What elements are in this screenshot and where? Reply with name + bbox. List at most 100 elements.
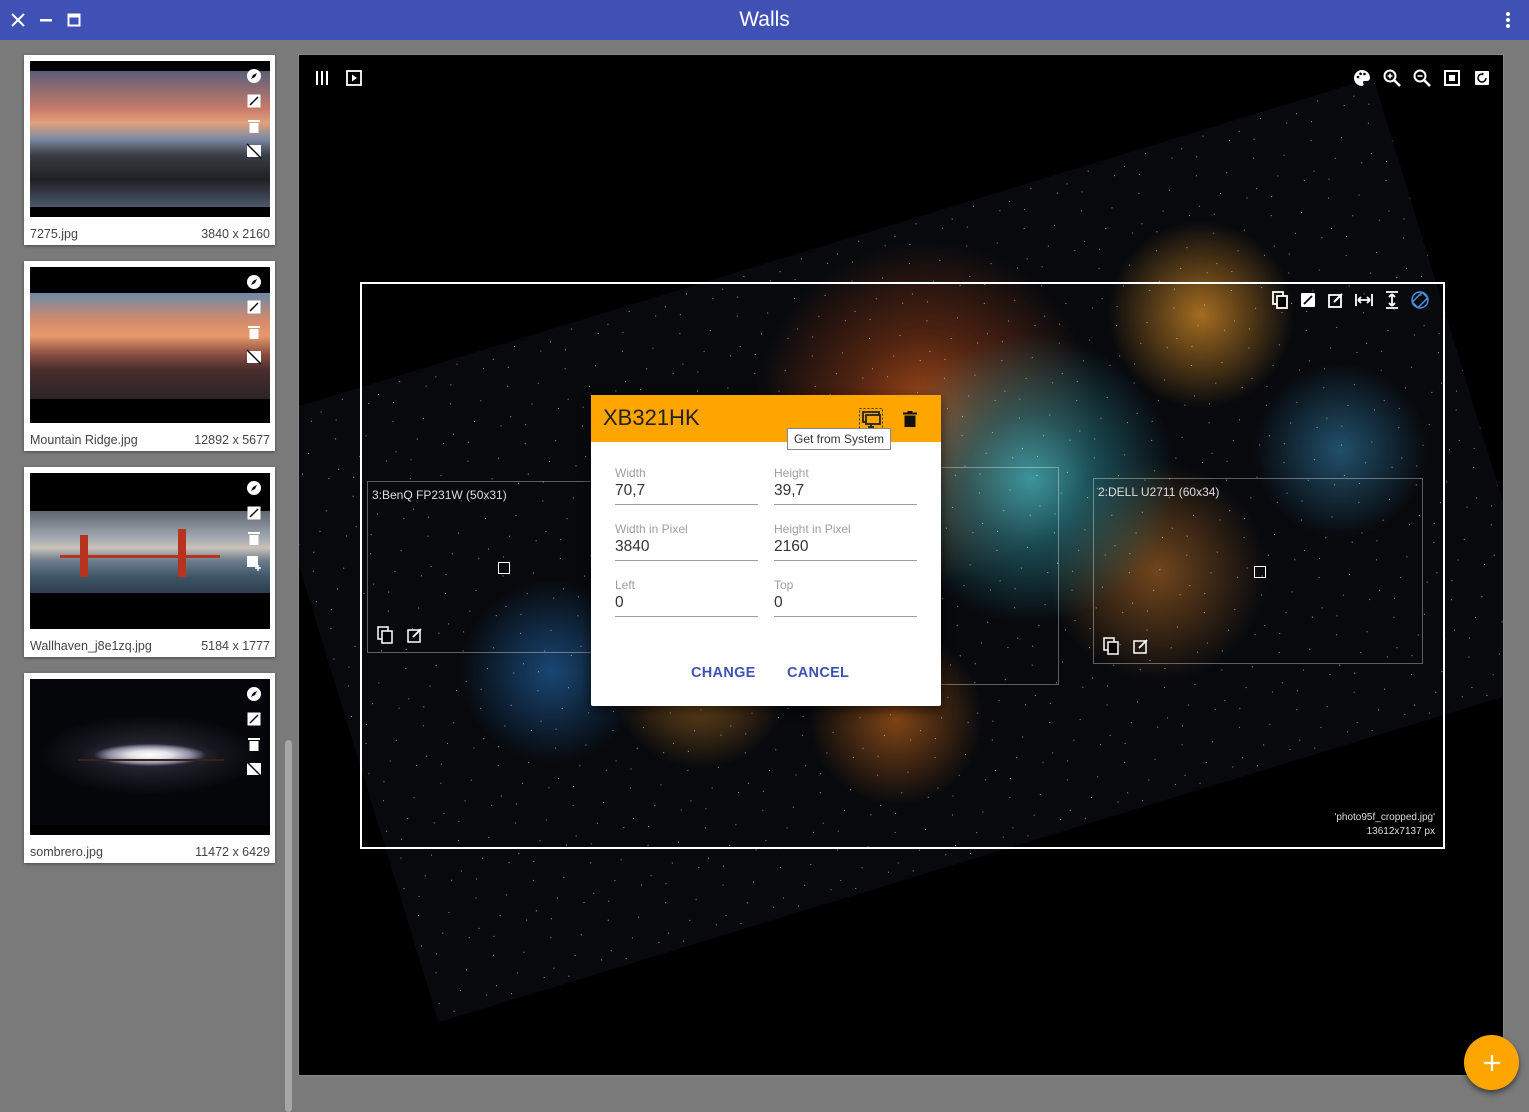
card-tools xyxy=(245,685,263,785)
height-pixel-input[interactable]: 2160 xyxy=(774,538,917,560)
cancel-button[interactable]: CANCEL xyxy=(787,665,849,681)
sidebar-scrollbar[interactable] xyxy=(285,740,292,1112)
height-label: Height xyxy=(774,466,809,480)
top-input[interactable]: 0 xyxy=(774,594,917,616)
edit-image-icon[interactable] xyxy=(245,710,263,728)
height-pixel-label: Height in Pixel xyxy=(774,522,851,536)
height-field[interactable]: Height 39,7 xyxy=(774,466,917,505)
edit-icon[interactable] xyxy=(1325,289,1347,311)
image-filename: 'photo95f_cropped.jpg' xyxy=(1334,812,1435,823)
delete-icon[interactable] xyxy=(245,735,263,753)
wallpaper-thumbnail[interactable] xyxy=(30,61,270,217)
hide-image-icon[interactable] xyxy=(245,760,263,778)
dialog-title: XB321HK xyxy=(603,405,700,430)
wallpaper-name: Mountain Ridge.jpg xyxy=(30,433,138,447)
reset-icon[interactable] xyxy=(1471,67,1493,89)
zoom-in-icon[interactable] xyxy=(1381,67,1403,89)
title-bar: Walls xyxy=(0,0,1529,40)
fit-screen-icon[interactable] xyxy=(1441,67,1463,89)
edit-icon[interactable] xyxy=(1130,635,1152,657)
monitor-tools xyxy=(374,624,426,646)
wallpaper-size: 11472 x 6429 xyxy=(195,845,270,859)
wallpaper-card[interactable]: sombrero.jpg 11472 x 6429 xyxy=(24,673,275,863)
wallpaper-size: 12892 x 5677 xyxy=(194,433,270,447)
top-label: Top xyxy=(774,578,794,592)
compass-icon[interactable] xyxy=(245,479,263,497)
copy-icon[interactable] xyxy=(1100,635,1122,657)
width-pixel-label: Width in Pixel xyxy=(615,522,688,536)
fit-height-icon[interactable] xyxy=(1381,289,1403,311)
top-field[interactable]: Top 0 xyxy=(774,578,917,617)
width-label: Width xyxy=(615,466,646,480)
width-field[interactable]: Width 70,7 xyxy=(615,466,758,505)
card-tools xyxy=(245,273,263,373)
delete-icon[interactable] xyxy=(245,323,263,341)
plus-icon xyxy=(1483,1054,1500,1071)
fit-width-icon[interactable] xyxy=(1353,289,1375,311)
monitor-center-handle[interactable] xyxy=(1254,566,1266,578)
palette-icon[interactable] xyxy=(1351,67,1373,89)
delete-icon[interactable] xyxy=(245,529,263,547)
wallpaper-name: Wallhaven_j8e1zq.jpg xyxy=(30,639,152,653)
wallpaper-card[interactable]: 7275.jpg 3840 x 2160 xyxy=(24,55,275,245)
hide-image-icon[interactable] xyxy=(245,142,263,160)
rotate-icon[interactable] xyxy=(1409,289,1431,311)
wallpaper-caption: 7275.jpg 3840 x 2160 xyxy=(30,227,270,241)
wallpaper-card[interactable]: Wallhaven_j8e1zq.jpg 5184 x 1777 xyxy=(24,467,275,657)
slideshow-icon[interactable] xyxy=(343,67,365,89)
change-button[interactable]: CHANGE xyxy=(691,665,756,681)
left-field[interactable]: Left 0 xyxy=(615,578,758,617)
card-tools xyxy=(245,479,263,579)
wallpaper-list[interactable]: 7275.jpg 3840 x 2160 Mountain Ridge.jpg … xyxy=(0,40,298,1112)
wallpaper-name: 7275.jpg xyxy=(30,227,78,241)
image-resolution: 13612x7137 px xyxy=(1366,826,1435,837)
wallpaper-card[interactable]: Mountain Ridge.jpg 12892 x 5677 xyxy=(24,261,275,451)
monitor-label: 3:BenQ FP231W (50x31) xyxy=(372,488,507,502)
tooltip: Get from System xyxy=(787,428,892,450)
wallpaper-name: sombrero.jpg xyxy=(30,845,103,859)
edit-icon[interactable] xyxy=(404,624,426,646)
wallpaper-size: 5184 x 1777 xyxy=(201,639,270,653)
monitor-region[interactable]: 2:DELL U2711 (60x34) xyxy=(1093,478,1423,664)
width-pixel-input[interactable]: 3840 xyxy=(615,538,758,560)
monitor-region[interactable]: 3:BenQ FP231W (50x31) xyxy=(367,481,607,653)
editor-toolbar-left xyxy=(311,67,365,89)
edit-image-icon[interactable] xyxy=(245,92,263,110)
wallpaper-size: 3840 x 2160 xyxy=(201,227,270,241)
add-wallpaper-button[interactable] xyxy=(1464,1035,1519,1090)
hide-image-icon[interactable] xyxy=(245,348,263,366)
add-image-icon[interactable] xyxy=(245,554,263,572)
width-pixel-field[interactable]: Width in Pixel 3840 xyxy=(615,522,758,561)
copy-icon[interactable] xyxy=(374,624,396,646)
height-pixel-field[interactable]: Height in Pixel 2160 xyxy=(774,522,917,561)
wallpaper-thumbnail[interactable] xyxy=(30,679,270,835)
width-input[interactable]: 70,7 xyxy=(615,482,758,504)
copy-icon[interactable] xyxy=(1269,289,1291,311)
wallpaper-caption: sombrero.jpg 11472 x 6429 xyxy=(30,845,270,859)
compass-icon[interactable] xyxy=(245,67,263,85)
window-title: Walls xyxy=(739,8,790,31)
height-input[interactable]: 39,7 xyxy=(774,482,917,504)
image-edit-icon[interactable] xyxy=(1297,289,1319,311)
monitor-tools xyxy=(1100,635,1152,657)
left-input[interactable]: 0 xyxy=(615,594,758,616)
delete-icon[interactable] xyxy=(898,407,922,431)
edit-image-icon[interactable] xyxy=(245,504,263,522)
left-label: Left xyxy=(615,578,636,592)
compass-icon[interactable] xyxy=(245,273,263,291)
zoom-out-icon[interactable] xyxy=(1411,67,1433,89)
wallpaper-thumbnail[interactable] xyxy=(30,473,270,629)
columns-icon[interactable] xyxy=(311,67,333,89)
delete-icon[interactable] xyxy=(245,117,263,135)
wallpaper-caption: Wallhaven_j8e1zq.jpg 5184 x 1777 xyxy=(30,639,270,653)
monitor-center-handle[interactable] xyxy=(498,562,510,574)
more-menu-icon[interactable] xyxy=(1496,8,1520,32)
card-tools xyxy=(245,67,263,167)
wallpaper-thumbnail[interactable] xyxy=(30,267,270,423)
edit-image-icon[interactable] xyxy=(245,298,263,316)
image-info: 'photo95f_cropped.jpg' 13612x7137 px xyxy=(1334,811,1435,839)
monitor-region[interactable] xyxy=(939,467,1059,685)
wallpaper-caption: Mountain Ridge.jpg 12892 x 5677 xyxy=(30,433,270,447)
editor-toolbar-right xyxy=(1351,67,1493,89)
compass-icon[interactable] xyxy=(245,685,263,703)
